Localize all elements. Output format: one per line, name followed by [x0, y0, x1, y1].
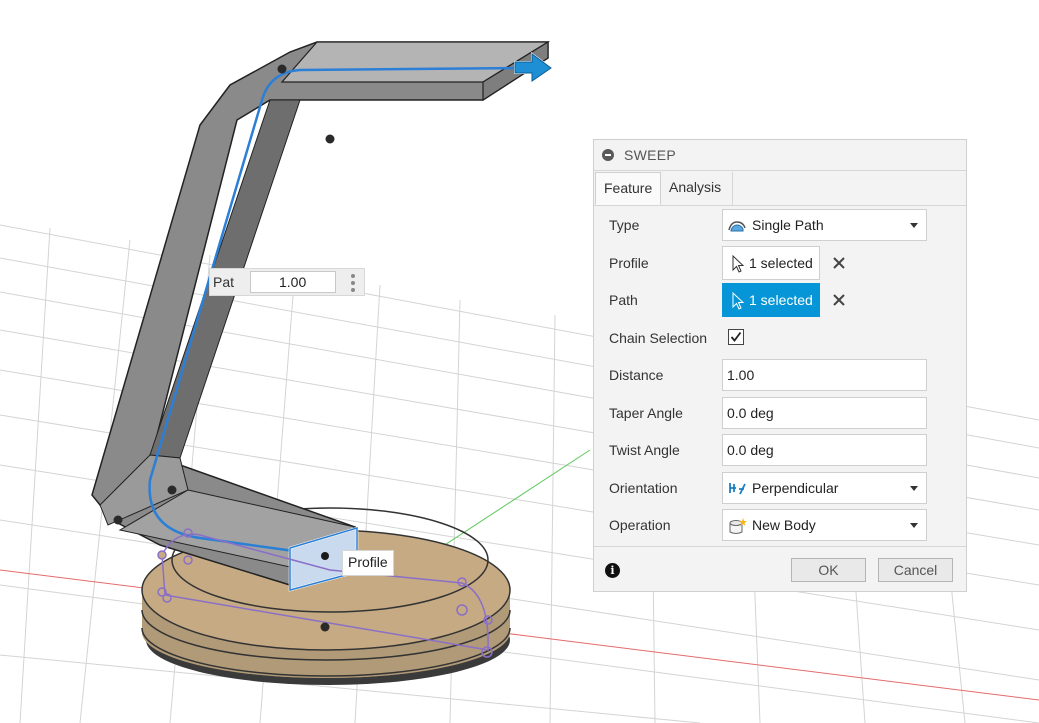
operation-value: New Body	[752, 517, 816, 533]
cursor-arrow-icon	[732, 292, 745, 310]
new-body-icon	[729, 518, 747, 534]
path-select-value: 1 selected	[749, 292, 813, 308]
sweep-dialog: SWEEP Feature Analysis Type Single Path …	[593, 139, 967, 592]
path-distance-input[interactable]	[250, 271, 336, 293]
profile-select-button[interactable]: 1 selected	[722, 246, 820, 280]
twist-angle-label: Twist Angle	[609, 442, 680, 458]
dialog-footer: i OK Cancel	[594, 546, 966, 593]
taper-angle-label: Taper Angle	[609, 405, 683, 421]
dialog-tabs: Feature Analysis	[594, 171, 966, 206]
orientation-label: Orientation	[609, 480, 678, 496]
taper-angle-value: 0.0 deg	[727, 405, 774, 421]
clear-profile-icon[interactable]	[832, 256, 846, 270]
twist-angle-input[interactable]: 0.0 deg	[722, 434, 927, 466]
tab-analysis[interactable]: Analysis	[661, 172, 733, 205]
tab-feature[interactable]: Feature	[595, 172, 661, 205]
profile-row-label: Profile	[609, 255, 649, 271]
perpendicular-icon	[729, 483, 746, 495]
ok-button[interactable]: OK	[791, 558, 866, 582]
distance-label: Distance	[609, 367, 664, 383]
info-icon[interactable]: i	[605, 563, 620, 578]
path-distance-widget: Pat	[209, 268, 365, 296]
operation-dropdown[interactable]: New Body	[722, 509, 927, 541]
path-select-button[interactable]: 1 selected	[722, 283, 820, 317]
clear-path-icon[interactable]	[832, 293, 846, 307]
type-dropdown[interactable]: Single Path	[722, 209, 927, 241]
distance-value: 1.00	[727, 367, 755, 383]
cursor-arrow-icon	[732, 255, 745, 273]
chevron-down-icon	[910, 486, 918, 491]
profile-label: Profile	[342, 550, 394, 576]
taper-angle-input[interactable]: 0.0 deg	[722, 397, 927, 429]
path-row-label: Path	[609, 292, 638, 308]
single-path-icon	[728, 221, 746, 232]
distance-input[interactable]: 1.00	[722, 359, 927, 391]
type-label: Type	[609, 217, 640, 233]
orientation-dropdown[interactable]: Perpendicular	[722, 472, 927, 504]
chevron-down-icon	[910, 223, 918, 228]
twist-angle-value: 0.0 deg	[727, 442, 774, 458]
dialog-header[interactable]: SWEEP	[594, 140, 966, 171]
checkmark-icon	[730, 331, 742, 342]
profile-select-value: 1 selected	[749, 255, 813, 271]
chain-selection-checkbox[interactable]	[728, 329, 744, 345]
type-value: Single Path	[752, 217, 824, 233]
cancel-button[interactable]: Cancel	[878, 558, 953, 582]
operation-label: Operation	[609, 517, 671, 533]
chain-selection-label: Chain Selection	[609, 330, 708, 346]
path-distance-label: Pat	[213, 274, 235, 290]
orientation-value: Perpendicular	[752, 480, 839, 496]
chevron-down-icon	[910, 523, 918, 528]
sweep-body	[91, 40, 551, 586]
more-options-icon[interactable]	[348, 272, 358, 292]
collapse-icon[interactable]	[602, 149, 614, 161]
dialog-title: SWEEP	[624, 147, 677, 163]
